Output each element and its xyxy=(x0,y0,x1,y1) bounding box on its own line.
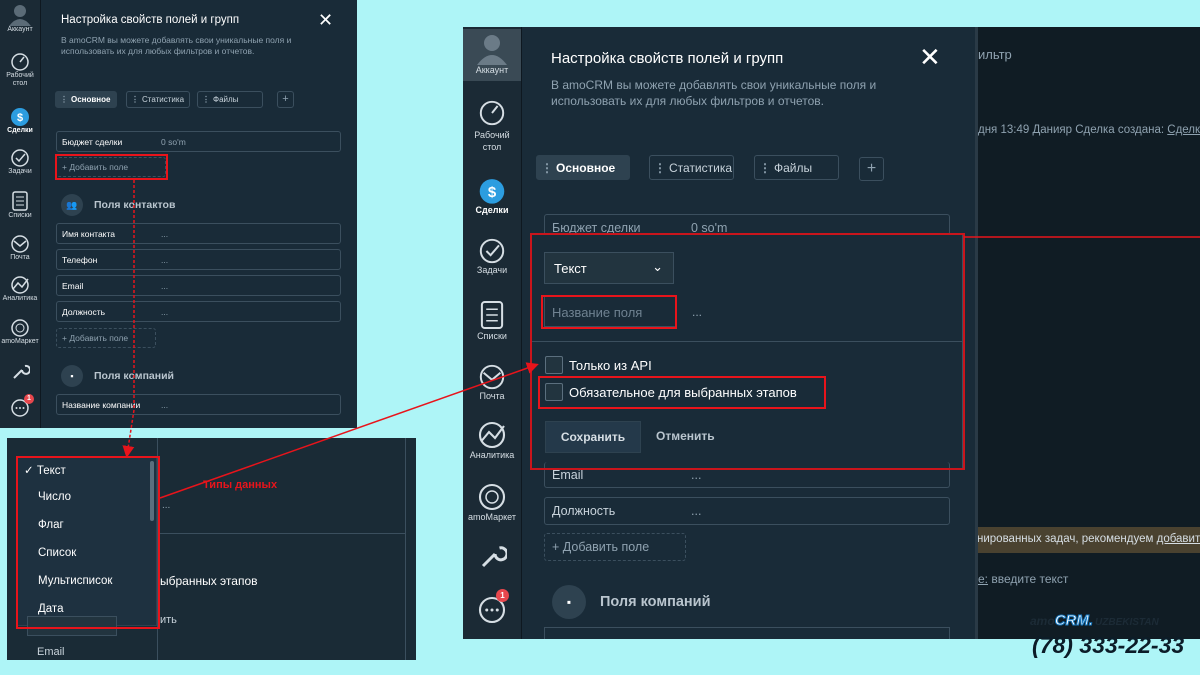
bg-tasks-hint: нированных задач, рекомендуем добавит xyxy=(973,527,1200,553)
sidebar-item-mail[interactable]: Почта xyxy=(463,363,521,401)
highlight-editor xyxy=(530,233,965,470)
tab-main[interactable]: ⋮ Основное xyxy=(55,91,117,108)
sidebar-item-tools[interactable] xyxy=(463,542,521,572)
sidebar-item-account[interactable]: Аккаунт xyxy=(0,2,40,33)
sidebar-item-desk[interactable]: Рабочий стол xyxy=(463,99,521,153)
companies-section-title: ▪ Поля компаний xyxy=(552,585,711,619)
close-icon[interactable]: ✕ xyxy=(318,10,333,31)
field-row-budget[interactable]: Бюджет сделки 0 so'm xyxy=(56,131,341,152)
svg-text:$: $ xyxy=(17,112,23,124)
field-row-position[interactable]: Должность... xyxy=(56,301,341,322)
chat-badge: 1 xyxy=(496,589,509,602)
wrench-icon xyxy=(13,364,30,379)
add-tab-button[interactable]: + xyxy=(277,91,294,108)
dashboard-icon xyxy=(479,100,505,126)
bg-feed-line: дня 13:49 Данияр Сделка создана: Сделка … xyxy=(978,124,1200,136)
check-circle-icon xyxy=(11,149,29,167)
analytics-icon xyxy=(11,276,29,294)
avatar-icon xyxy=(9,5,31,26)
editor-divider xyxy=(157,533,406,534)
panel-description: В amoCRM вы можете добавлять свои уникал… xyxy=(61,35,292,57)
svg-text:$: $ xyxy=(488,184,497,201)
sidebar-right: Аккаунт Рабочий стол $ Сделки Задачи Спи… xyxy=(463,27,522,639)
brand-phone: (78) 333-22-33 xyxy=(1032,632,1185,658)
panel-description: В amoCRM вы можете добавлять свои уникал… xyxy=(551,78,877,109)
market-icon xyxy=(11,319,29,337)
bg-dots: ... xyxy=(162,500,171,511)
sidebar-item-tasks[interactable]: Задачи xyxy=(0,148,40,175)
panel-title: Настройка свойств полей и групп xyxy=(551,50,784,67)
add-contact-field-button[interactable]: + Добавить поле xyxy=(56,328,156,348)
tab-main[interactable]: ⋮ Основное xyxy=(536,155,630,180)
close-icon[interactable]: ✕ xyxy=(919,42,941,73)
sidebar-item-chat[interactable]: 1 xyxy=(463,589,521,625)
bg-filter-text: ильтр xyxy=(978,47,1012,62)
companies-section-title: ▪ Поля компаний xyxy=(61,365,174,387)
sidebar-item-lists[interactable]: Списки xyxy=(0,190,40,219)
next-field-stub xyxy=(544,627,950,639)
sidebar-item-desk[interactable]: Рабочий стол xyxy=(0,52,40,87)
sidebar-item-chat[interactable]: 1 xyxy=(0,394,40,418)
field-row-email[interactable]: Email... xyxy=(56,275,341,296)
bg-email-text: Email xyxy=(37,646,65,658)
sidebar-item-deals[interactable]: $ Сделки xyxy=(0,105,40,134)
bg-note-input[interactable]: е: введите текст xyxy=(978,572,1068,586)
sidebar-item-tasks[interactable]: Задачи xyxy=(463,237,521,275)
tab-statistics[interactable]: ⋮ Статистика xyxy=(126,91,190,108)
tab-files[interactable]: ⋮ Файлы xyxy=(754,155,839,180)
highlight-name-field xyxy=(541,295,677,329)
wrench-icon xyxy=(481,546,507,568)
tab-files[interactable]: ⋮ Файлы xyxy=(197,91,263,108)
mail-icon xyxy=(479,364,505,390)
brand-logo: amoCRM. UZBEKISTAN xyxy=(1030,612,1159,630)
add-tab-button[interactable]: + xyxy=(859,157,884,181)
sidebar-item-account[interactable]: Аккаунт xyxy=(463,29,521,81)
editor-border xyxy=(157,438,406,660)
dollar-icon: $ xyxy=(11,108,29,126)
avatar-icon xyxy=(477,35,507,65)
sidebar: Аккаунт Рабочий стол $ Сделки Задачи Спи… xyxy=(0,0,41,428)
company-icon: ▪ xyxy=(61,365,83,387)
mail-icon xyxy=(11,235,29,253)
sidebar-item-mail[interactable]: Почта xyxy=(0,234,40,261)
sidebar-item-deals[interactable]: $ Сделки xyxy=(463,175,521,215)
contacts-icon: 👥 xyxy=(61,194,83,216)
tab-statistics[interactable]: ⋮ Статистика xyxy=(649,155,734,180)
panel-edge xyxy=(975,27,978,639)
panel-title: Настройка свойств полей и групп xyxy=(61,14,240,26)
sidebar-item-analytics[interactable]: Аналитика xyxy=(463,420,521,460)
sidebar-item-market[interactable]: amoМаркет xyxy=(0,318,40,345)
bg-cancel-text: ить xyxy=(160,614,177,626)
list-icon xyxy=(480,300,504,330)
sidebar-item-lists[interactable]: Списки xyxy=(463,299,521,341)
dashboard-icon xyxy=(11,53,29,71)
market-icon xyxy=(478,483,506,511)
sidebar-item-analytics[interactable]: Аналитика xyxy=(0,275,40,302)
sidebar-item-tools[interactable] xyxy=(0,362,40,382)
sidebar-item-market[interactable]: amoМаркет xyxy=(463,482,521,522)
highlight-add-field xyxy=(55,154,168,180)
settings-panel: Настройка свойств полей и групп ✕ В amoC… xyxy=(41,0,357,428)
chat-badge: 1 xyxy=(24,394,34,404)
check-circle-icon xyxy=(479,238,505,264)
dollar-icon: $ xyxy=(479,179,505,204)
highlight-required-option xyxy=(538,376,826,409)
data-types-annotation: Типы данных xyxy=(203,479,278,491)
left-screenshot: Аккаунт Рабочий стол $ Сделки Задачи Спи… xyxy=(0,0,357,428)
field-row-phone[interactable]: Телефон... xyxy=(56,249,341,270)
analytics-icon xyxy=(478,421,506,449)
add-contact-field-button[interactable]: + Добавить поле xyxy=(544,533,686,561)
field-row-company-name[interactable]: Название компании... xyxy=(56,394,341,415)
field-row-contact-name[interactable]: Имя контакта... xyxy=(56,223,341,244)
field-row-position[interactable]: Должность... xyxy=(544,497,950,525)
highlight-dropdown xyxy=(16,456,160,629)
contacts-section-title: 👥 Поля контактов xyxy=(61,194,175,216)
bg-stages-text: ыбранных этапов xyxy=(160,574,258,588)
list-icon xyxy=(12,191,28,211)
company-icon: ▪ xyxy=(552,585,586,619)
